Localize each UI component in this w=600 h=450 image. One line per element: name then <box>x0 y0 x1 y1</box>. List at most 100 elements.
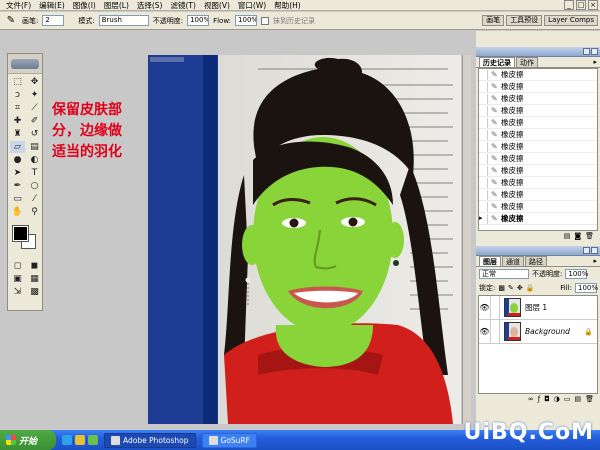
history-item[interactable]: ✎ 橡皮擦 <box>479 201 597 213</box>
history-brush-tool-icon[interactable]: ↺ <box>27 128 42 140</box>
move-tool-icon[interactable]: ✥ <box>27 76 42 88</box>
jump-to-imageready-icon[interactable]: ⇲ <box>10 286 25 298</box>
history-item[interactable]: ✎ 橡皮擦 <box>479 105 597 117</box>
mode-select[interactable]: Brush <box>98 15 149 26</box>
history-item[interactable]: ✎ 橡皮擦 <box>479 129 597 141</box>
layers-panel-menu-icon[interactable]: ▸ <box>593 256 597 266</box>
history-item[interactable]: ✎ 橡皮擦 <box>479 153 597 165</box>
gradient-tool-icon[interactable]: ▤ <box>27 141 42 153</box>
standard-mode-icon[interactable]: ◻ <box>10 260 25 272</box>
opacity-input[interactable]: 100% <box>187 15 210 26</box>
history-panel-titlebar[interactable] <box>476 47 600 57</box>
hand-tool-icon[interactable]: ✋ <box>10 206 25 218</box>
history-item-current[interactable]: ▸ ✎ 橡皮擦 <box>479 213 597 225</box>
menu-view[interactable]: 视图(V) <box>200 0 234 11</box>
lock-all-icon[interactable]: 🔒 <box>526 284 535 292</box>
menu-filter[interactable]: 滤镜(T) <box>167 0 200 11</box>
notes-tool-icon[interactable]: ▭ <box>10 193 25 205</box>
ie-icon[interactable] <box>62 435 72 445</box>
minimize-button[interactable]: _ <box>564 0 574 10</box>
history-item[interactable]: ✎ 橡皮擦 <box>479 93 597 105</box>
menu-file[interactable]: 文件(F) <box>2 0 35 11</box>
layer-row[interactable]: 👁 Background 🔒 <box>479 320 597 344</box>
clone-stamp-tool-icon[interactable]: ♜ <box>10 128 25 140</box>
history-item[interactable]: ✎ 橡皮擦 <box>479 69 597 81</box>
layer-row[interactable]: 👁 图层 1 <box>479 296 597 320</box>
link-layers-icon[interactable]: ∞ <box>528 395 534 403</box>
blend-mode-select[interactable]: 正常 <box>479 269 529 279</box>
folder-icon[interactable] <box>75 435 85 445</box>
screen-mode-full-icon[interactable]: ▦ <box>27 273 42 285</box>
new-layer-icon[interactable]: ▤ <box>574 395 581 403</box>
delete-state-icon[interactable]: 🗑 <box>585 232 594 240</box>
panel-close-icon[interactable] <box>591 247 598 254</box>
layer-style-icon[interactable]: ƒ <box>538 395 540 403</box>
history-panel-menu-icon[interactable]: ▸ <box>593 57 597 67</box>
document-canvas[interactable] <box>148 55 461 424</box>
layer-link-cell[interactable] <box>491 296 500 319</box>
slice-tool-icon[interactable]: ⟋ <box>27 102 42 114</box>
restore-button[interactable]: □ <box>576 0 586 10</box>
foreground-color-swatch[interactable] <box>12 225 29 242</box>
new-snapshot-icon[interactable]: ◙ <box>574 232 581 240</box>
history-item[interactable]: ✎ 橡皮擦 <box>479 141 597 153</box>
dodge-tool-icon[interactable]: ◐ <box>27 154 42 166</box>
brush-picker[interactable]: 2 <box>42 15 65 26</box>
tab-channels[interactable]: 通道 <box>502 256 524 266</box>
blur-tool-icon[interactable]: ● <box>10 154 25 166</box>
eraser-tool-icon-active[interactable]: ▱ <box>10 141 25 153</box>
marquee-tool-icon[interactable]: ⬚ <box>10 76 25 88</box>
menu-layer[interactable]: 图层(L) <box>100 0 133 11</box>
taskbar-item-photoshop[interactable]: Adobe Photoshop <box>104 432 196 448</box>
history-item[interactable]: ✎ 橡皮擦 <box>479 117 597 129</box>
fill-input[interactable]: 100% <box>575 283 598 293</box>
shape-tool-icon[interactable]: ○ <box>27 180 42 192</box>
tab-layers[interactable]: 图层 <box>479 256 501 266</box>
history-item[interactable]: ✎ 橡皮擦 <box>479 165 597 177</box>
eye-icon[interactable]: 👁 <box>479 320 491 343</box>
canvas-vertical-scrollbar[interactable] <box>462 55 471 424</box>
lasso-tool-icon[interactable]: ↄ <box>10 89 25 101</box>
menu-window[interactable]: 窗口(W) <box>234 0 270 11</box>
lock-transparency-icon[interactable]: ▩ <box>498 284 505 292</box>
quick-mask-mode-icon[interactable]: ◼ <box>27 260 42 272</box>
menu-edit[interactable]: 编辑(E) <box>35 0 69 11</box>
eyedropper-tool-icon[interactable]: ⁄ <box>27 193 42 205</box>
type-tool-icon[interactable]: T <box>27 167 42 179</box>
start-button[interactable]: 开始 <box>0 430 56 450</box>
panel-minimize-icon[interactable] <box>583 48 590 55</box>
flow-input[interactable]: 100% <box>235 15 258 26</box>
layers-panel-titlebar[interactable] <box>476 246 600 256</box>
layer-opacity-input[interactable]: 100% <box>565 269 588 279</box>
tab-history[interactable]: 历史记录 <box>479 57 515 67</box>
taskbar-item-gosurf[interactable]: GoSuRF <box>201 432 257 448</box>
layer-mask-icon[interactable]: ◘ <box>544 395 550 403</box>
menu-image[interactable]: 图像(I) <box>69 0 100 11</box>
panel-minimize-icon[interactable] <box>583 247 590 254</box>
screen-mode-menu-icon[interactable]: ▩ <box>27 286 42 298</box>
dock-tab-layer-comps[interactable]: Layer Comps <box>544 15 598 26</box>
show-desktop-icon[interactable] <box>88 435 98 445</box>
history-item[interactable]: ✎ 橡皮擦 <box>479 177 597 189</box>
history-item[interactable]: ✎ 橡皮擦 <box>479 189 597 201</box>
eye-icon[interactable]: 👁 <box>479 296 491 319</box>
layer-link-cell[interactable] <box>491 320 500 343</box>
eraser-tool-icon[interactable]: ✎ <box>4 14 18 28</box>
menu-help[interactable]: 帮助(H) <box>270 0 305 11</box>
lock-position-icon[interactable]: ✥ <box>517 284 523 292</box>
adjustment-layer-icon[interactable]: ◑ <box>554 395 560 403</box>
new-group-icon[interactable]: ▭ <box>564 395 571 403</box>
path-selection-tool-icon[interactable]: ➤ <box>10 167 25 179</box>
magic-wand-tool-icon[interactable]: ✦ <box>27 89 42 101</box>
close-button[interactable]: × <box>588 0 598 10</box>
tab-actions[interactable]: 动作 <box>516 57 538 67</box>
menu-select[interactable]: 选择(S) <box>133 0 167 11</box>
zoom-tool-icon[interactable]: ⚲ <box>27 206 42 218</box>
new-document-from-state-icon[interactable]: ▤ <box>564 232 571 240</box>
delete-layer-icon[interactable]: 🗑 <box>585 395 594 403</box>
tab-paths[interactable]: 路径 <box>525 256 547 266</box>
dock-tab-brushes[interactable]: 画笔 <box>482 15 505 26</box>
lock-image-icon[interactable]: ✎ <box>508 284 514 292</box>
crop-tool-icon[interactable]: ⌗ <box>10 102 25 114</box>
healing-brush-tool-icon[interactable]: ✚ <box>10 115 25 127</box>
